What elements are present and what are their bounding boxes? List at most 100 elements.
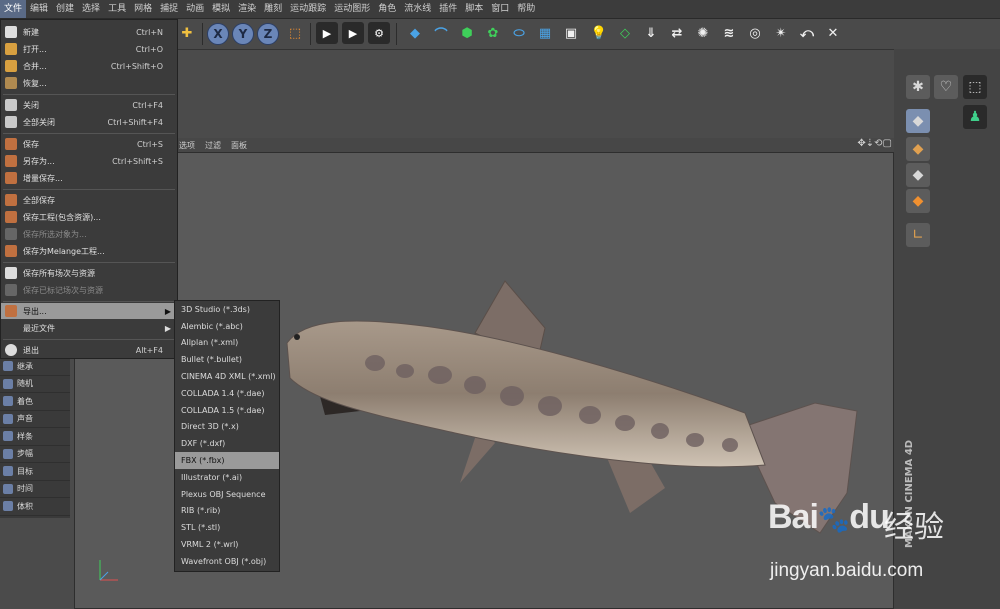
- list-item[interactable]: 时间: [0, 481, 70, 498]
- list-item[interactable]: 随机: [0, 376, 70, 393]
- floor-icon[interactable]: ▦: [534, 22, 556, 44]
- menu-item-save-melange[interactable]: 保存为Melange工程...: [1, 243, 177, 259]
- export-option[interactable]: COLLADA 1.5 (*.dae): [175, 402, 279, 419]
- twist-icon[interactable]: ≋: [718, 22, 740, 44]
- menu-item-save-all[interactable]: 全部保存: [1, 192, 177, 208]
- render-picture-viewer-icon[interactable]: ▶: [342, 22, 364, 44]
- render-settings-icon[interactable]: ⚙: [368, 22, 390, 44]
- menu-mesh[interactable]: 网格: [130, 0, 156, 18]
- list-item[interactable]: 继承: [0, 358, 70, 376]
- spline-pen-icon[interactable]: ⌒: [430, 22, 452, 44]
- menu-item-save-as[interactable]: 另存为... Ctrl+Shift+S: [1, 153, 177, 169]
- export-option[interactable]: CINEMA 4D XML (*.xml): [175, 368, 279, 385]
- menu-window[interactable]: 窗口: [487, 0, 513, 18]
- menu-plugins[interactable]: 插件: [435, 0, 461, 18]
- tag-icon[interactable]: ◇: [614, 22, 636, 44]
- axis-mode-icon[interactable]: ∟: [906, 223, 930, 247]
- menu-tools[interactable]: 工具: [104, 0, 130, 18]
- menu-file[interactable]: 文件: [0, 0, 27, 18]
- menu-edit[interactable]: 编辑: [26, 0, 52, 18]
- export-option-fbx[interactable]: FBX (*.fbx): [175, 452, 279, 469]
- sculpt-brush-icon[interactable]: ✱: [906, 75, 930, 99]
- list-item[interactable]: 着色: [0, 393, 70, 411]
- list-item[interactable]: 样条: [0, 428, 70, 446]
- menu-motion-tracking[interactable]: 运动跟踪: [286, 0, 330, 18]
- deformer-icon[interactable]: ⬭: [508, 22, 530, 44]
- export-option[interactable]: 3D Studio (*.3ds): [175, 301, 279, 318]
- export-option[interactable]: COLLADA 1.4 (*.dae): [175, 385, 279, 402]
- coordinate-system-icon[interactable]: ⬚: [284, 22, 306, 44]
- menu-pipeline[interactable]: 流水线: [400, 0, 435, 18]
- heart-icon[interactable]: ♡: [934, 75, 958, 99]
- list-item[interactable]: 体积: [0, 498, 70, 516]
- add-icon[interactable]: ✚: [176, 22, 198, 44]
- export-option[interactable]: DXF (*.dxf): [175, 435, 279, 452]
- viewport-menu-panel[interactable]: 面板: [226, 140, 252, 151]
- menu-create[interactable]: 创建: [52, 0, 78, 18]
- cube-icon[interactable]: ◆: [404, 22, 426, 44]
- cloner-icon[interactable]: ✿: [482, 22, 504, 44]
- menu-item-save[interactable]: 保存 Ctrl+S: [1, 136, 177, 152]
- x-axis-lock-button[interactable]: X: [207, 23, 229, 45]
- list-item[interactable]: 步幅: [0, 446, 70, 463]
- export-option[interactable]: Allplan (*.xml): [175, 335, 279, 352]
- menu-simulate[interactable]: 模拟: [208, 0, 234, 18]
- menu-item-save-all-takes[interactable]: 保存所有场次与资源: [1, 265, 177, 281]
- submenu-arrow-icon: ▶: [164, 323, 171, 333]
- export-option[interactable]: Bullet (*.bullet): [175, 351, 279, 368]
- menu-item-incremental-save[interactable]: 增量保存...: [1, 170, 177, 186]
- render-view-icon[interactable]: ▶: [316, 22, 338, 44]
- shatter-icon[interactable]: ✕: [822, 22, 844, 44]
- edges-mode-icon[interactable]: ◆: [906, 163, 930, 187]
- character-icon[interactable]: ♟: [963, 105, 987, 129]
- array-icon[interactable]: ⇄: [666, 22, 688, 44]
- export-option[interactable]: Wavefront OBJ (*.obj): [175, 553, 279, 570]
- menu-item-close[interactable]: 关闭 Ctrl+F4: [1, 97, 177, 113]
- list-item[interactable]: 声音: [0, 411, 70, 428]
- explode-icon[interactable]: ✺: [692, 22, 714, 44]
- polygons-mode-icon[interactable]: ◆: [906, 189, 930, 213]
- menu-select[interactable]: 选择: [78, 0, 104, 18]
- menu-item-recent-files[interactable]: 最近文件 ▶: [1, 320, 177, 336]
- export-option[interactable]: Illustrator (*.ai): [175, 469, 279, 486]
- list-item[interactable]: 目标: [0, 463, 70, 481]
- spin-icon[interactable]: ◎: [744, 22, 766, 44]
- light-icon[interactable]: 💡: [588, 22, 610, 44]
- menu-item-merge[interactable]: 合并... Ctrl+Shift+O: [1, 58, 177, 74]
- menu-item-export[interactable]: 导出... ▶: [1, 303, 177, 319]
- export-option[interactable]: Plexus OBJ Sequence: [175, 486, 279, 503]
- viewport-navigation-icons[interactable]: ✥⇣⟲▢: [857, 138, 892, 149]
- y-axis-lock-button[interactable]: Y: [232, 23, 254, 45]
- menu-item-save-marked-takes[interactable]: 保存已标记场次与资源: [1, 282, 177, 298]
- menu-item-new[interactable]: 新建 Ctrl+N: [1, 24, 177, 40]
- z-axis-lock-button[interactable]: Z: [257, 23, 279, 45]
- menu-mograph[interactable]: 运动图形: [330, 0, 374, 18]
- export-option[interactable]: STL (*.stl): [175, 519, 279, 536]
- viewport-menu-filter[interactable]: 过滤: [200, 140, 226, 151]
- menu-item-save-project[interactable]: 保存工程(包含资源)...: [1, 209, 177, 225]
- menu-sculpt[interactable]: 雕刻: [260, 0, 286, 18]
- menu-script[interactable]: 脚本: [461, 0, 487, 18]
- model-mode-icon[interactable]: ◆: [906, 109, 930, 133]
- export-option[interactable]: Alembic (*.abc): [175, 318, 279, 335]
- menu-help[interactable]: 帮助: [513, 0, 539, 18]
- scatter-icon[interactable]: ✴: [770, 22, 792, 44]
- drop-down-icon[interactable]: ⇓: [640, 22, 662, 44]
- menu-animate[interactable]: 动画: [182, 0, 208, 18]
- menu-character[interactable]: 角色: [374, 0, 400, 18]
- export-option[interactable]: VRML 2 (*.wrl): [175, 536, 279, 553]
- menu-item-save-selected[interactable]: 保存所选对象为...: [1, 226, 177, 242]
- menu-snap[interactable]: 捕捉: [156, 0, 182, 18]
- export-option[interactable]: RIB (*.rib): [175, 503, 279, 520]
- bend-icon[interactable]: ⤺: [796, 22, 818, 44]
- menu-item-close-all[interactable]: 全部关闭 Ctrl+Shift+F4: [1, 114, 177, 130]
- menu-item-quit[interactable]: 退出 Alt+F4: [1, 342, 177, 358]
- layout-icon[interactable]: ⬚: [963, 75, 987, 99]
- points-mode-icon[interactable]: ◆: [906, 137, 930, 161]
- export-option[interactable]: Direct 3D (*.x): [175, 419, 279, 436]
- camera-icon[interactable]: ▣: [560, 22, 582, 44]
- subdivision-surface-icon[interactable]: ⬢: [456, 22, 478, 44]
- menu-render[interactable]: 渲染: [234, 0, 260, 18]
- menu-item-revert[interactable]: 恢复...: [1, 75, 177, 91]
- menu-item-open[interactable]: 打开... Ctrl+O: [1, 41, 177, 57]
